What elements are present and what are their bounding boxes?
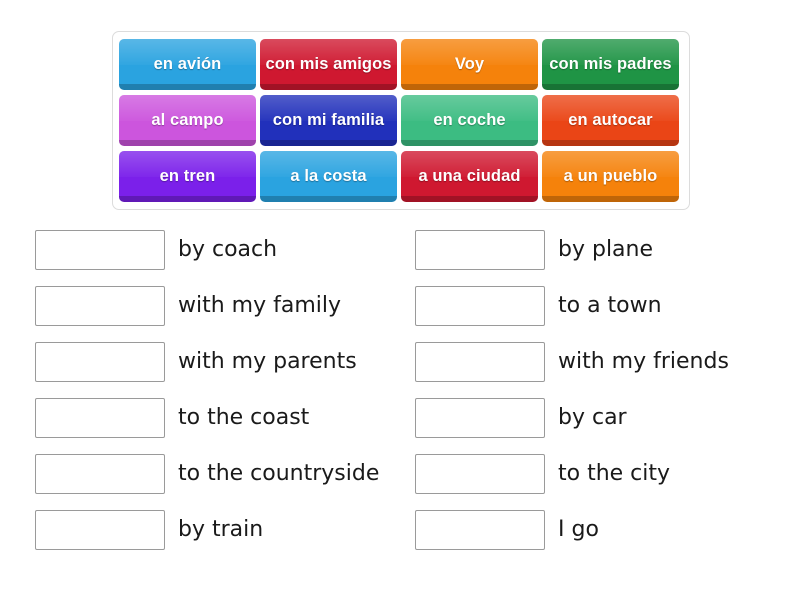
drop-target[interactable] bbox=[415, 342, 545, 382]
tile-row: en tren a la costa a una ciudad a un pue… bbox=[119, 151, 683, 206]
draggable-tile[interactable]: con mis amigos bbox=[260, 39, 397, 90]
answer-row: I go bbox=[415, 502, 795, 558]
answer-area: by coach with my family with my parents … bbox=[0, 222, 800, 558]
draggable-tile[interactable]: en coche bbox=[401, 95, 538, 146]
answer-label: I go bbox=[558, 517, 599, 542]
tile-row: en avión con mis amigos Voy con mis padr… bbox=[119, 39, 683, 94]
answer-row: to the countryside bbox=[35, 446, 415, 502]
answer-row: by car bbox=[415, 390, 795, 446]
answer-label: by plane bbox=[558, 237, 654, 262]
drop-target[interactable] bbox=[415, 510, 545, 550]
draggable-tile[interactable]: Voy bbox=[401, 39, 538, 90]
draggable-tile[interactable]: a un pueblo bbox=[542, 151, 679, 202]
answer-label: to the city bbox=[558, 461, 671, 486]
answer-label: to the countryside bbox=[178, 461, 380, 486]
answer-label: by car bbox=[558, 405, 627, 430]
drop-target[interactable] bbox=[415, 230, 545, 270]
answer-label: to a town bbox=[558, 293, 662, 318]
answer-row: to the coast bbox=[35, 390, 415, 446]
tile-label: en tren bbox=[159, 167, 216, 185]
tile-bank: en avión con mis amigos Voy con mis padr… bbox=[112, 31, 690, 210]
tile-label: al campo bbox=[151, 111, 224, 129]
answer-row: by train bbox=[35, 502, 415, 558]
draggable-tile[interactable]: con mis padres bbox=[542, 39, 679, 90]
drop-target[interactable] bbox=[415, 398, 545, 438]
answer-row: by plane bbox=[415, 222, 795, 278]
tile-label: Voy bbox=[454, 55, 485, 73]
answer-column-right: by plane to a town with my friends by ca… bbox=[415, 222, 795, 558]
tile-label: a un pueblo bbox=[563, 167, 658, 185]
answer-label: with my friends bbox=[558, 349, 729, 374]
answer-row: by coach bbox=[35, 222, 415, 278]
tile-label: con mis padres bbox=[549, 55, 672, 73]
answer-label: with my parents bbox=[178, 349, 357, 374]
drop-target[interactable] bbox=[35, 454, 165, 494]
answer-row: to a town bbox=[415, 278, 795, 334]
answer-row: with my parents bbox=[35, 334, 415, 390]
draggable-tile[interactable]: en tren bbox=[119, 151, 256, 202]
tile-label: con mis amigos bbox=[265, 55, 392, 73]
draggable-tile[interactable]: en autocar bbox=[542, 95, 679, 146]
answer-label: by train bbox=[178, 517, 264, 542]
answer-row: to the city bbox=[415, 446, 795, 502]
drop-target[interactable] bbox=[415, 454, 545, 494]
answer-label: by coach bbox=[178, 237, 278, 262]
answer-column-left: by coach with my family with my parents … bbox=[35, 222, 415, 558]
draggable-tile[interactable]: a una ciudad bbox=[401, 151, 538, 202]
drop-target[interactable] bbox=[415, 286, 545, 326]
drop-target[interactable] bbox=[35, 342, 165, 382]
tile-label: con mi familia bbox=[272, 111, 385, 129]
drop-target[interactable] bbox=[35, 510, 165, 550]
tile-row: al campo con mi familia en coche en auto… bbox=[119, 95, 683, 150]
draggable-tile[interactable]: a la costa bbox=[260, 151, 397, 202]
draggable-tile[interactable]: al campo bbox=[119, 95, 256, 146]
tile-label: en coche bbox=[433, 111, 506, 129]
draggable-tile[interactable]: en avión bbox=[119, 39, 256, 90]
answer-row: with my friends bbox=[415, 334, 795, 390]
drop-target[interactable] bbox=[35, 286, 165, 326]
answer-label: to the coast bbox=[178, 405, 310, 430]
drop-target[interactable] bbox=[35, 398, 165, 438]
tile-label: en avión bbox=[153, 55, 222, 73]
answer-label: with my family bbox=[178, 293, 342, 318]
tile-label: a la costa bbox=[290, 167, 367, 185]
tile-label: en autocar bbox=[568, 111, 653, 129]
answer-row: with my family bbox=[35, 278, 415, 334]
draggable-tile[interactable]: con mi familia bbox=[260, 95, 397, 146]
tile-label: a una ciudad bbox=[418, 167, 521, 185]
drop-target[interactable] bbox=[35, 230, 165, 270]
